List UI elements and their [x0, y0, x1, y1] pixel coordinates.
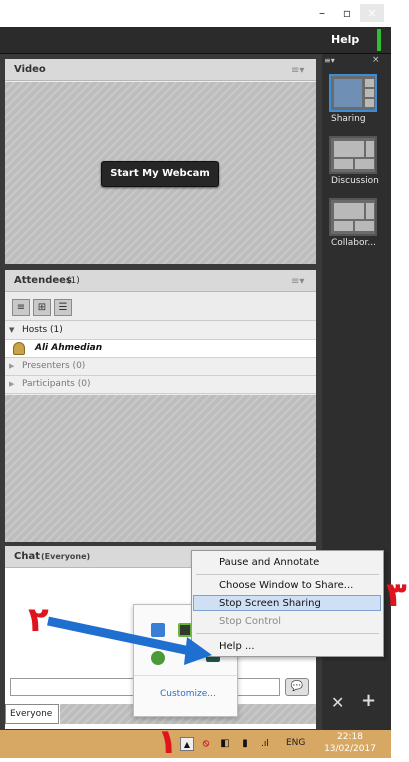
layouts-menu-icon[interactable]: ≡▾ [324, 56, 335, 65]
annotation-number-2: ٢ [28, 600, 49, 640]
annotation-arrow [47, 616, 212, 665]
participants-group-row[interactable]: ▶ Participants (0) [5, 376, 316, 394]
attendee-name: Ali Ahmedian [35, 343, 103, 353]
pod-menu-icon[interactable]: ≡▾ [291, 276, 304, 287]
signal-icon[interactable]: .ıl [258, 737, 272, 751]
expand-down-icon: ▼ [9, 326, 15, 334]
clock-time: 22:18 [337, 732, 363, 742]
close-window-button[interactable]: × [360, 4, 384, 22]
language-indicator[interactable]: ENG [286, 738, 305, 748]
chat-send-button[interactable]: 💬 [285, 678, 309, 696]
annotation-number-3: ٣ [386, 575, 407, 615]
layout-collaboration-thumbnail[interactable] [329, 198, 377, 236]
list-view-icon[interactable]: ≡ [12, 299, 30, 316]
layout-sharing-thumbnail[interactable] [329, 74, 377, 112]
battery-icon[interactable]: ▮ [238, 737, 252, 751]
status-view-icon[interactable]: ☰ [54, 299, 72, 316]
attendees-pod-header: Attendees (1) ≡▾ [5, 270, 316, 292]
menu-item-stop-control: Stop Control [219, 616, 282, 627]
attendees-list-empty-area [5, 395, 316, 542]
participants-group-label: Participants (0) [22, 379, 91, 389]
video-pod-header: Video ≡▾ [5, 59, 316, 81]
chat-pod-title: Chat [14, 551, 40, 562]
menu-item-stop-sharing[interactable]: Stop Screen Sharing [219, 598, 321, 609]
system-clock[interactable]: 22:18 13/02/2017 [320, 731, 380, 755]
volume-icon[interactable]: ◧ [218, 737, 232, 751]
annotation-number-1: ١ [157, 722, 178, 762]
menu-item-choose-window[interactable]: Choose Window to Share... [219, 580, 353, 591]
attendee-row[interactable]: Ali Ahmedian [5, 340, 316, 358]
help-menu[interactable]: Help [331, 33, 359, 46]
menu-item-help[interactable]: Help ... [219, 641, 255, 652]
network-icon[interactable]: ⦸ [199, 737, 213, 751]
hosts-group-label: Hosts (1) [22, 325, 63, 335]
expand-right-icon: ▶ [9, 362, 15, 370]
menu-item-pause-annotate[interactable]: Pause and Annotate [219, 557, 319, 568]
minimize-button[interactable]: – [310, 4, 334, 22]
layout-discussion-label[interactable]: Discussion [331, 176, 379, 186]
attendee-count: (1) [67, 276, 80, 286]
pod-menu-icon[interactable]: ≡▾ [291, 65, 304, 76]
layout-discussion-thumbnail[interactable] [329, 136, 377, 174]
menu-separator [196, 633, 379, 634]
restore-button[interactable]: ▫ [335, 4, 359, 22]
video-pod-title: Video [14, 64, 46, 75]
presenters-group-row[interactable]: ▶ Presenters (0) [5, 358, 316, 376]
add-layout-icon[interactable]: + [361, 690, 376, 711]
presenters-group-label: Presenters (0) [22, 361, 86, 371]
menu-separator [196, 574, 379, 575]
expand-right-icon: ▶ [9, 380, 15, 388]
grid-view-icon[interactable]: ⊞ [33, 299, 51, 316]
clock-date: 13/02/2017 [324, 744, 376, 754]
status-indicator [377, 29, 381, 51]
layout-sharing-label[interactable]: Sharing [331, 114, 366, 124]
layout-collaboration-label[interactable]: Collabor... [331, 238, 376, 248]
popup-divider [134, 675, 237, 676]
show-hidden-icons-button[interactable]: ▲ [180, 737, 194, 751]
hosts-group-row[interactable]: ▼ Hosts (1) [5, 322, 316, 340]
attendees-pod-title: Attendees [14, 275, 72, 286]
chat-scope-label: (Everyone) [41, 552, 91, 561]
customize-link[interactable]: Customize... [160, 689, 216, 699]
chat-tab-everyone[interactable]: Everyone [5, 704, 59, 724]
start-webcam-button[interactable]: Start My Webcam [101, 161, 219, 187]
host-avatar-icon [13, 342, 25, 355]
layout-tools-icon[interactable]: ✕ [331, 693, 344, 712]
layouts-close-icon[interactable]: × [372, 55, 380, 65]
attendees-toolbar [5, 294, 316, 321]
